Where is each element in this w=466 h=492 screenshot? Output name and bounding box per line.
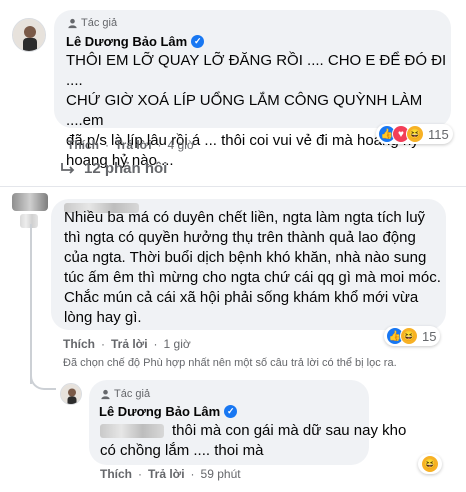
comment-author-name[interactable]: Lê Dương Bảo Lâm ✓ bbox=[66, 34, 205, 49]
comment-line: của ngta. Thời buổi dịch bệnh khó khăn, … bbox=[64, 249, 427, 266]
author-badge-label: Tác giả bbox=[81, 17, 118, 29]
separator-dot: · bbox=[157, 138, 162, 152]
reaction-count: 115 bbox=[428, 126, 449, 142]
reaction-count: 15 bbox=[422, 328, 437, 344]
person-icon bbox=[101, 389, 110, 399]
view-replies-label[interactable]: 12 phản hồi bbox=[84, 160, 167, 177]
comment-text: THÔI EM LỠ QUAY LỠ ĐĂNG RỒI .... CHO E Đ… bbox=[66, 51, 451, 171]
blurred-mention bbox=[100, 424, 164, 438]
author-avatar[interactable] bbox=[12, 18, 46, 52]
separator-dot: · bbox=[101, 337, 105, 351]
haha-icon: 😆 bbox=[421, 455, 439, 473]
like-button[interactable]: Thích bbox=[100, 467, 132, 481]
avatar-image bbox=[61, 384, 81, 404]
haha-icon: 😆 bbox=[400, 327, 418, 345]
reply-time[interactable]: 59 phút bbox=[201, 467, 241, 481]
comment-line: Nhiều ba má có duyên chết liền, ngta làm… bbox=[64, 209, 426, 226]
haha-icon: 😆 bbox=[406, 125, 424, 143]
thread-connector-curve bbox=[30, 370, 56, 390]
reply-actions: Thích · Trả lời · 59 phút bbox=[100, 467, 241, 481]
comment-line: lòng hay gì. bbox=[64, 309, 142, 326]
reply-button[interactable]: Trả lời bbox=[148, 467, 185, 481]
comment-line: THÔI EM LỠ QUAY LỠ ĐĂNG RỒI .... CHO E Đ… bbox=[66, 52, 447, 89]
comment-line: thì ngta có quyền hưởng thụ trên thành q… bbox=[64, 229, 416, 246]
thread-connector bbox=[30, 224, 32, 384]
separator-dot: · bbox=[153, 337, 158, 351]
comment-time[interactable]: 4 giờ bbox=[168, 138, 195, 152]
separator-dot: · bbox=[105, 138, 109, 152]
author-badge-label: Tác giả bbox=[114, 388, 151, 400]
author-badge: Tác giả bbox=[100, 388, 150, 400]
reaction-summary[interactable]: 😆 bbox=[418, 454, 442, 474]
comment-text: Nhiều ba má có duyên chết liền, ngta làm… bbox=[64, 208, 449, 328]
verified-check-icon: ✓ bbox=[191, 35, 205, 48]
view-replies-link[interactable]: 12 phản hồi bbox=[60, 160, 167, 177]
reaction-summary[interactable]: 👍 ♥ 😆 115 bbox=[376, 124, 453, 144]
like-button[interactable]: Thích bbox=[63, 337, 95, 351]
reply-line: có chồng lắm .... thoi mà bbox=[100, 442, 264, 459]
divider bbox=[0, 186, 466, 187]
reply-line: thôi mà con gái mà dữ sau nay kho bbox=[172, 422, 407, 439]
author-name-text[interactable]: Lê Dương Bảo Lâm bbox=[99, 404, 220, 419]
comment-line: túc ấm êm thì mừng cho ngta chứ cái qq g… bbox=[64, 269, 441, 286]
reply-button[interactable]: Trả lời bbox=[115, 138, 152, 152]
like-button[interactable]: Thích bbox=[67, 138, 99, 152]
blurred-commenter-name bbox=[20, 214, 38, 228]
avatar-image bbox=[13, 19, 45, 51]
reply-text: thôi mà con gái mà dữ sau nay kho bbox=[172, 421, 406, 441]
verified-check-icon: ✓ bbox=[224, 405, 238, 418]
comment-actions: Thích · Trả lời · 4 giờ bbox=[67, 138, 195, 152]
comment-actions: Thích · Trả lời · 1 giờ bbox=[63, 337, 191, 351]
filter-notice: Đã chọn chế độ Phù hợp nhất nên một số c… bbox=[63, 357, 397, 369]
author-name-text[interactable]: Lê Dương Bảo Lâm bbox=[66, 34, 187, 49]
separator-dot: · bbox=[138, 467, 142, 481]
reply-text: có chồng lắm .... thoi mà bbox=[100, 441, 263, 461]
commenter-avatar[interactable] bbox=[12, 193, 48, 211]
author-avatar[interactable] bbox=[60, 383, 82, 405]
person-icon bbox=[68, 18, 77, 28]
comment-time[interactable]: 1 giờ bbox=[164, 337, 191, 351]
author-badge: Tác giả bbox=[67, 17, 117, 29]
comment-line: Chắc mún cả cái xã hội phải sống khám kh… bbox=[64, 289, 419, 306]
separator-dot: · bbox=[190, 467, 195, 481]
reaction-summary[interactable]: 👍 😆 15 bbox=[384, 326, 441, 346]
reply-author-name[interactable]: Lê Dương Bảo Lâm ✓ bbox=[99, 404, 238, 419]
reply-button[interactable]: Trả lời bbox=[111, 337, 148, 351]
reply-arrow-icon bbox=[61, 162, 75, 174]
